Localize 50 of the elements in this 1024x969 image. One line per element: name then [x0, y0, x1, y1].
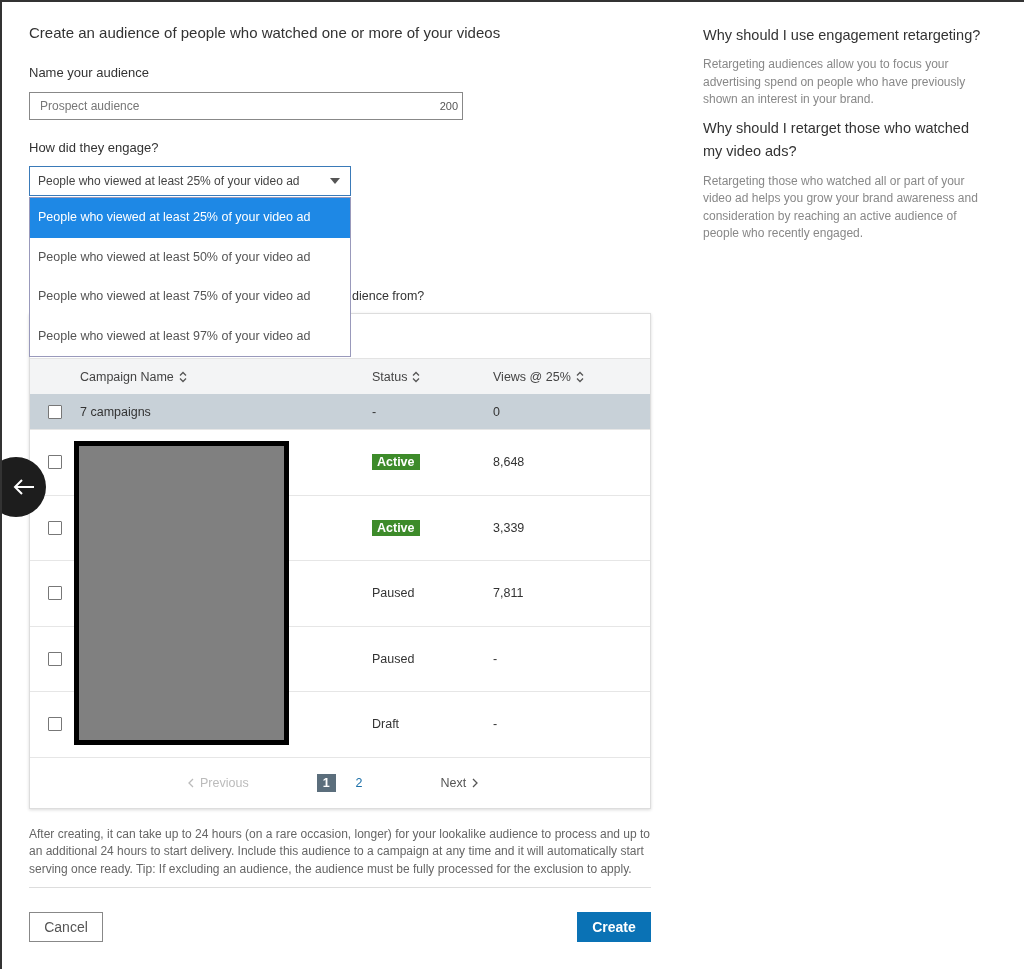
help-heading: Why should I retarget those who watched my video ads? — [703, 118, 970, 161]
checkbox[interactable] — [48, 520, 62, 535]
help-text: Retargeting those who watched all or part of your video ad helps you grow your brand awareness and consideration by reaching an active audience of people who recently engaged. — [703, 172, 979, 242]
dropdown-option[interactable]: People who viewed at least 97% of your video ad — [30, 316, 350, 356]
arrow-left-icon — [13, 478, 35, 496]
next-link[interactable]: Next — [440, 775, 479, 790]
dropdown-option[interactable]: People who viewed at least 25% of your video ad — [30, 198, 350, 238]
checkbox[interactable] — [48, 455, 62, 470]
cancel-button[interactable]: Cancel — [29, 912, 103, 942]
status-badge: Active — [372, 454, 420, 471]
table-cell: 7,811 — [493, 586, 524, 601]
chevron-left-icon — [188, 777, 194, 788]
table-cell: 0 — [493, 404, 500, 419]
table-cell: Paused — [372, 586, 415, 601]
status-badge: Active — [372, 519, 420, 536]
dropdown-option[interactable]: People who viewed at least 75% of your video ad — [30, 277, 350, 317]
table-cell: 7 campaigns — [80, 404, 151, 419]
field-label: dience from? — [352, 289, 425, 303]
table-cell: - — [372, 404, 377, 419]
table-cell: - — [493, 717, 498, 732]
field-label: How did they engage? — [29, 140, 160, 155]
checkbox[interactable] — [48, 404, 62, 419]
engagement-dropdown[interactable]: People who viewed at least 25% of your video ad — [29, 166, 351, 196]
sort-icon — [412, 370, 421, 383]
help-heading: Why should I use engagement retargeting? — [703, 26, 981, 45]
table-cell: Paused — [372, 651, 415, 666]
field-label: Name your audience — [29, 65, 150, 80]
column-header[interactable]: Status — [372, 369, 421, 384]
page-link[interactable]: 1 — [316, 773, 336, 792]
caret-icon — [330, 178, 340, 184]
checkbox[interactable] — [48, 586, 62, 601]
back-button[interactable] — [2, 457, 46, 517]
info-note: After creating, it can take up to 24 hours (on a rare occasion, longer) for your lookalike audience to process and up to an additional 24 hours to start delivery. Include this audience to a campaign at any time and it will automatically start serving once ready. Tip: If excluding an audience, the audience must be fully processed for the exclusion to apply. — [29, 825, 651, 878]
table-cell: 3,339 — [493, 520, 525, 535]
table-cell: Draft — [372, 717, 400, 732]
table-cell: - — [493, 651, 498, 666]
dropdown-option[interactable]: People who viewed at least 50% of your video ad — [30, 237, 350, 277]
chevron-right-icon — [472, 777, 479, 788]
table-cell: 8,648 — [493, 455, 525, 470]
help-text: Retargeting audiences allow you to focus your advertising spend on people who have previously shown an interest in your brand. — [703, 56, 967, 108]
sort-icon — [178, 370, 187, 383]
column-header[interactable]: Views @ 25% — [493, 369, 584, 384]
sort-icon — [575, 370, 584, 383]
character-counter: 200 — [439, 100, 458, 112]
checkbox[interactable] — [48, 651, 62, 666]
create-button[interactable]: Create — [577, 912, 651, 942]
checkbox[interactable] — [48, 717, 62, 732]
column-header[interactable]: Campaign Name — [80, 369, 187, 384]
form-title: Create an audience of people who watched one or more of your videos — [29, 24, 502, 42]
page-link[interactable]: 2 — [349, 773, 369, 792]
